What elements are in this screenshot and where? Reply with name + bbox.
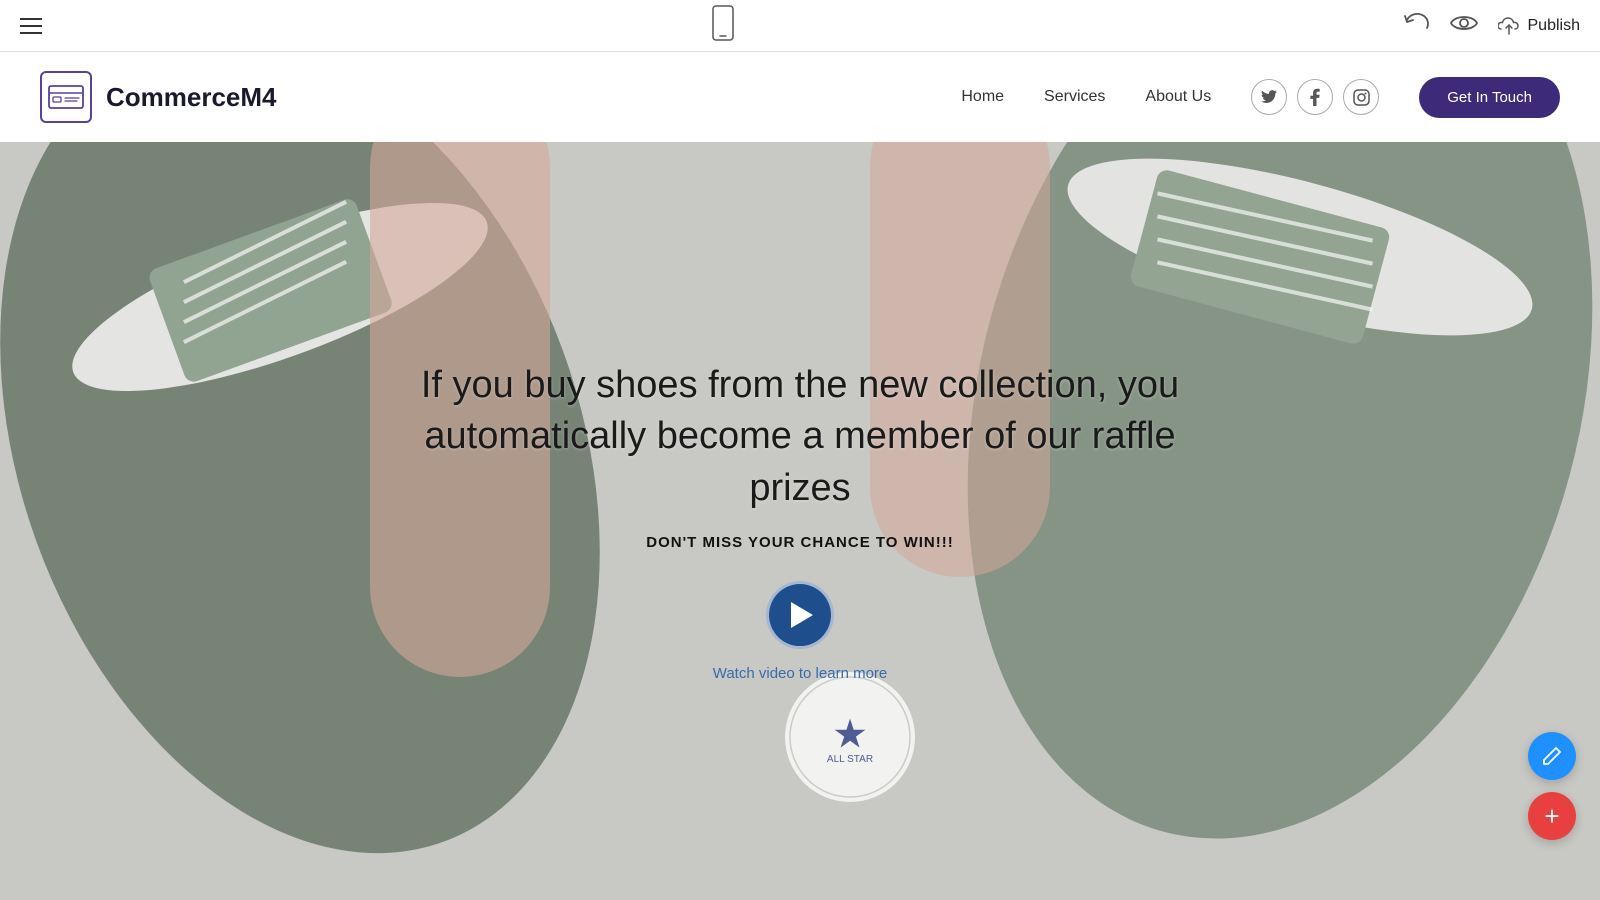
- hero-section: ★ ALL STAR If you buy shoes from the new…: [0, 142, 1600, 900]
- site-preview: CommerceM4 Home Services About Us: [0, 52, 1600, 900]
- phone-icon: [712, 5, 734, 47]
- play-video-button[interactable]: [766, 581, 834, 649]
- site-logo: CommerceM4: [40, 71, 277, 123]
- add-fab-button[interactable]: +: [1528, 792, 1576, 840]
- hero-headline: If you buy shoes from the new collection…: [420, 360, 1180, 514]
- nav-home[interactable]: Home: [961, 88, 1004, 106]
- edit-fab-button[interactable]: [1528, 732, 1576, 780]
- instagram-button[interactable]: [1343, 79, 1379, 115]
- social-icons: [1251, 79, 1379, 115]
- site-name: CommerceM4: [106, 82, 277, 113]
- nav-about-us[interactable]: About Us: [1145, 88, 1211, 106]
- watch-video-link[interactable]: Watch video to learn more: [713, 665, 888, 682]
- undo-button[interactable]: [1404, 12, 1430, 40]
- play-icon: [791, 602, 813, 628]
- svg-text:★: ★: [832, 713, 868, 757]
- top-toolbar: Publish: [0, 0, 1600, 52]
- twitter-button[interactable]: [1251, 79, 1287, 115]
- play-button-wrap: Watch video to learn more: [420, 581, 1180, 682]
- toolbar-center: [712, 5, 734, 47]
- toolbar-right: Publish: [1404, 12, 1580, 40]
- nav-services[interactable]: Services: [1044, 88, 1105, 106]
- hero-subtext: DON'T MISS YOUR CHANCE TO WIN!!!: [420, 534, 1180, 551]
- get-in-touch-button[interactable]: Get In Touch: [1419, 77, 1560, 118]
- preview-button[interactable]: [1450, 13, 1478, 39]
- site-nav: Home Services About Us: [961, 77, 1560, 118]
- toolbar-left: [20, 18, 42, 34]
- menu-icon[interactable]: [20, 18, 42, 34]
- svg-text:ALL STAR: ALL STAR: [827, 754, 873, 765]
- publish-label: Publish: [1528, 17, 1580, 35]
- hero-background: ★ ALL STAR If you buy shoes from the new…: [0, 142, 1600, 900]
- facebook-button[interactable]: [1297, 79, 1333, 115]
- publish-button[interactable]: Publish: [1498, 17, 1580, 35]
- site-header: CommerceM4 Home Services About Us: [0, 52, 1600, 142]
- logo-icon: [40, 71, 92, 123]
- hero-content: If you buy shoes from the new collection…: [420, 360, 1180, 682]
